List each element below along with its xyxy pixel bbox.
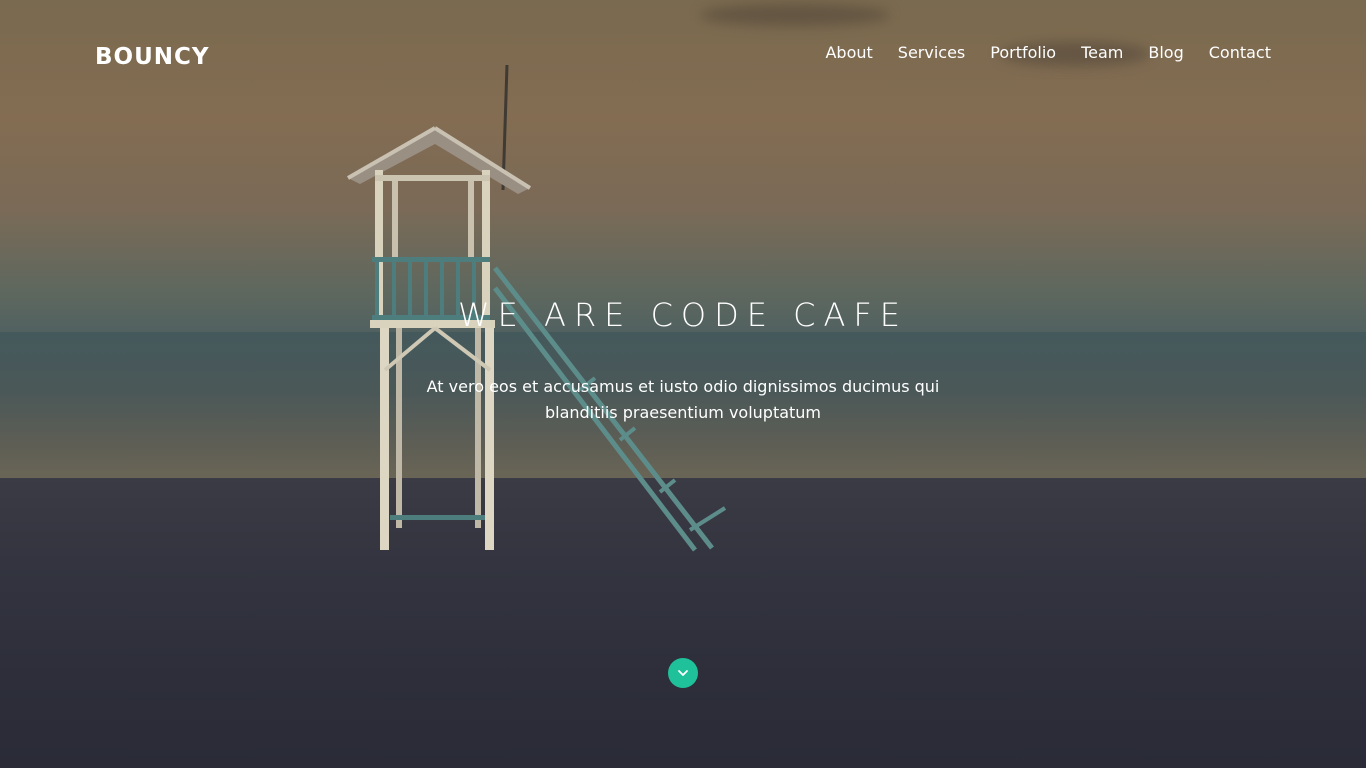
nav-link-contact[interactable]: Contact [1209, 42, 1271, 64]
nav-link-blog[interactable]: Blog [1148, 42, 1183, 64]
nav-link-team[interactable]: Team [1081, 42, 1123, 64]
navbar: BOUNCY About Services Portfolio Team Blo… [0, 0, 1366, 110]
brand-logo[interactable]: BOUNCY [95, 44, 210, 70]
nav-link-services[interactable]: Services [898, 42, 965, 64]
nav-link-about[interactable]: About [825, 42, 872, 64]
hero-title: WE ARE CODE CAFE [458, 296, 908, 334]
hero-subtitle: At vero eos et accusamus et iusto odio d… [426, 377, 940, 422]
nav-link-portfolio[interactable]: Portfolio [990, 42, 1056, 64]
nav-menu: About Services Portfolio Team Blog Conta… [825, 42, 1271, 64]
chevron-down-icon [678, 670, 688, 676]
scroll-down-button[interactable] [668, 658, 698, 688]
hero-section: BOUNCY About Services Portfolio Team Blo… [0, 0, 1366, 768]
